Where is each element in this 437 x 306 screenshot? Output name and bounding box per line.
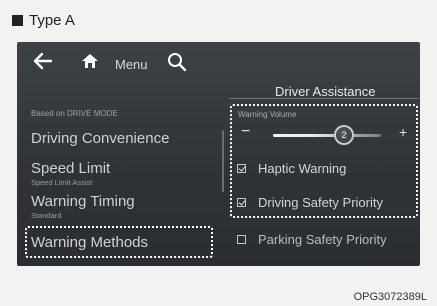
back-arrow-icon[interactable] <box>33 52 53 70</box>
figure-code: OPG3072389L <box>353 291 427 303</box>
caption-label: Type A <box>29 12 75 29</box>
menu-item-driving-convenience[interactable]: Driving Convenience <box>31 130 169 147</box>
square-bullet-icon <box>12 15 23 26</box>
scrollbar[interactable] <box>222 130 224 192</box>
panel-title: Driver Assistance <box>275 84 376 99</box>
menu-item-label: Warning Timing <box>31 193 135 210</box>
option-label: Parking Safety Priority <box>258 232 387 247</box>
section-label: Based on DRIVE MODE <box>31 109 118 118</box>
menu-item-sublabel: Standard <box>31 211 62 220</box>
infotainment-screen: Menu Driver Assistance Based on DRIVE MO… <box>17 42 420 266</box>
home-icon[interactable] <box>81 53 99 69</box>
menu-item-speed-limit[interactable]: Speed Limit Speed Limit Assist <box>31 160 110 187</box>
option-parking-safety-priority[interactable]: Parking Safety Priority <box>237 232 387 247</box>
highlight-box-warning-methods <box>25 226 213 258</box>
volume-label: Warning Volume <box>238 110 297 119</box>
checkbox[interactable] <box>237 198 246 207</box>
checkbox[interactable] <box>237 235 246 244</box>
option-label: Haptic Warning <box>258 161 347 176</box>
menu-item-label: Speed Limit <box>31 160 111 177</box>
figure-caption: Type A <box>12 12 75 29</box>
menu-button[interactable]: Menu <box>115 57 148 72</box>
top-bar: Menu <box>17 42 420 82</box>
option-label: Driving Safety Priority <box>258 195 383 210</box>
menu-item-label: Driving Convenience <box>31 130 170 147</box>
checkbox[interactable] <box>237 164 246 173</box>
menu-item-warning-timing[interactable]: Warning Timing Standard <box>31 193 135 220</box>
volume-slider-track[interactable] <box>273 134 381 137</box>
volume-slider-knob[interactable]: 2 <box>334 125 354 145</box>
option-driving-safety-priority[interactable]: Driving Safety Priority <box>237 195 383 210</box>
option-haptic-warning[interactable]: Haptic Warning <box>237 161 346 176</box>
volume-minus-button[interactable]: − <box>241 123 250 141</box>
search-icon[interactable] <box>167 52 187 72</box>
menu-item-sublabel: Speed Limit Assist <box>31 178 93 187</box>
volume-plus-button[interactable]: + <box>399 124 407 140</box>
title-divider <box>229 98 419 99</box>
